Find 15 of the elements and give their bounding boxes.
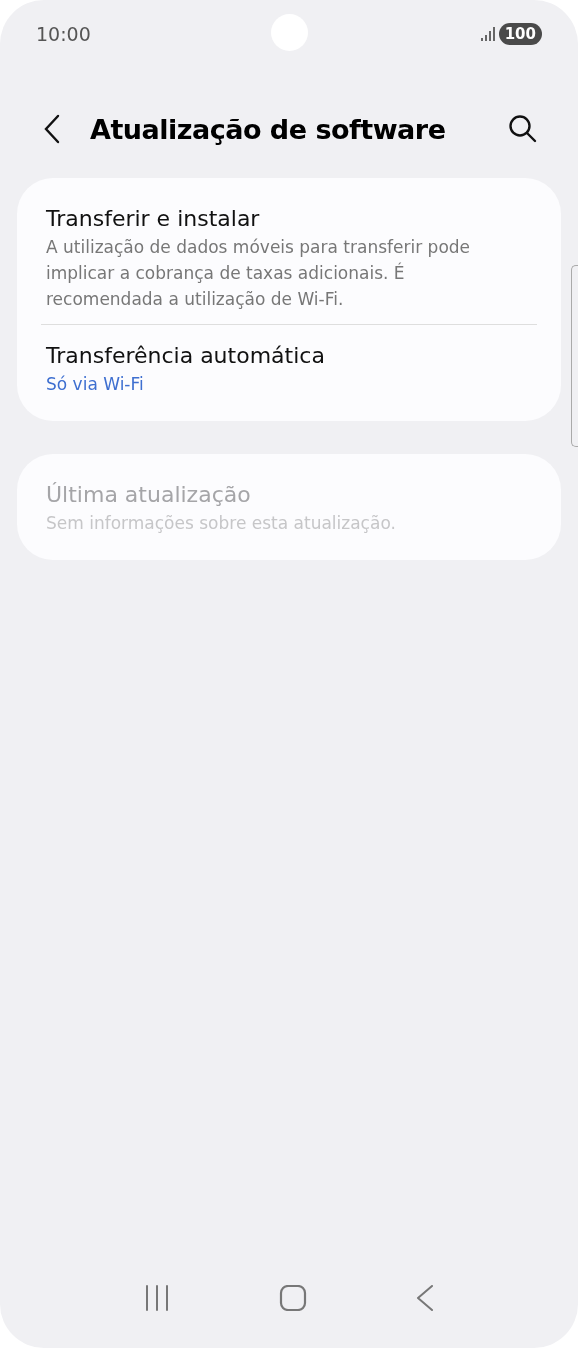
signal-icon [480,27,495,41]
search-icon[interactable] [508,114,538,144]
page-title: Atualização de software [90,113,447,145]
item-value: Só via Wi-Fi [46,373,145,396]
recent-apps-icon[interactable] [144,1285,171,1311]
item-title: Transferência automática [46,342,326,370]
status-time: 10:00 [36,23,91,45]
item-description: A utilização de dados móveis para transferir pode implicar a cobrança de taxas adicionais. É recomendada a utilização de Wi-Fi. [46,236,472,311]
home-icon[interactable] [279,1285,307,1311]
battery-level: 100 [498,23,542,45]
item-title: Última atualização [46,481,252,509]
settings-item[interactable]: Transferir e instalar A utilização de dados móveis para transferir pode implicar a cobrança de taxas adicionais. É recomendada a utilização de Wi-Fi. [41,188,537,324]
settings-item[interactable]: Transferência automática Só via Wi-Fi [41,325,537,409]
item-title: Transferir e instalar [46,205,261,233]
back-icon[interactable] [44,114,60,144]
